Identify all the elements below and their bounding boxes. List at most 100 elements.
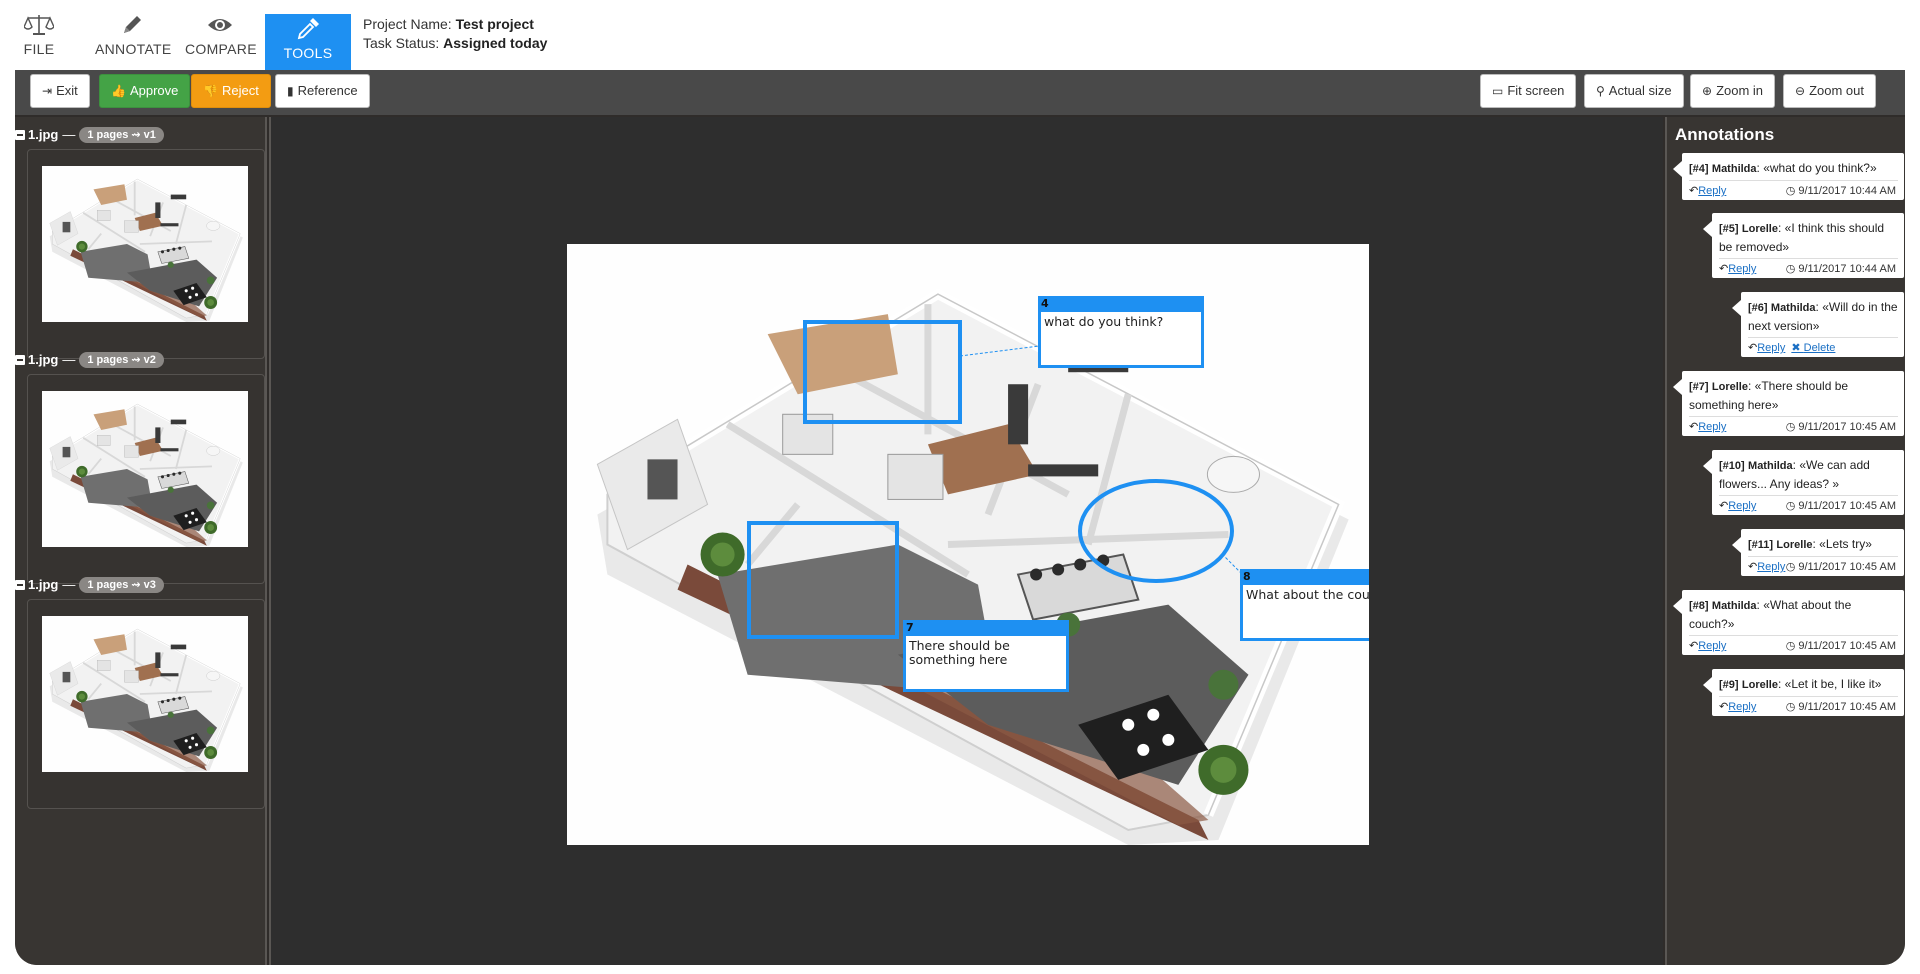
comment-text: [#7] Lorelle: «There should be something…: [1689, 379, 1849, 412]
comment-card: [#9] Lorelle: «Let it be, I like it» ↶Re…: [1703, 669, 1904, 716]
comment-author: Lorelle: [1741, 223, 1778, 235]
reference-button[interactable]: ▮ Reference: [275, 74, 370, 108]
comment-id: [#11]: [1748, 539, 1774, 551]
annotation-note-number: 8: [1240, 569, 1369, 585]
comment-id: [#8]: [1689, 600, 1709, 612]
comment-id: [#10]: [1719, 460, 1745, 472]
fit-screen-button[interactable]: ▭ Fit screen: [1480, 74, 1577, 108]
task-status: Assigned today: [443, 35, 548, 51]
reply-link[interactable]: Reply: [1757, 342, 1785, 354]
annotation-connector-8: [1221, 553, 1243, 575]
comment-id: [#9]: [1719, 679, 1739, 691]
reply-icon: ↶: [1719, 500, 1729, 512]
fit-screen-button-label: Fit screen: [1507, 83, 1565, 98]
reply-link[interactable]: Reply: [1728, 701, 1756, 713]
comment-meta: ↶Reply ✖ Delete: [1748, 337, 1898, 357]
zoom-in-button[interactable]: ⊕ Zoom in: [1690, 74, 1776, 108]
comment-meta: ↶Reply ◷ 9/11/2017 10:45 AM: [1719, 696, 1898, 716]
eyedropper-icon: [297, 18, 319, 40]
version-thumbnail[interactable]: [27, 149, 265, 359]
version-header: 1.jpg —1 pages ⇝ v3: [15, 575, 164, 595]
approve-button-label: Approve: [129, 83, 179, 98]
comment-card: [#7] Lorelle: «There should be something…: [1673, 371, 1904, 436]
reject-button[interactable]: 👎 Reject: [191, 74, 271, 108]
annotations-title: Annotations: [1675, 125, 1775, 144]
comment-text: [#8] Mathilda: «What about the couch?»: [1689, 598, 1852, 631]
thumbs-down-icon: 👎: [203, 84, 218, 98]
approve-button[interactable]: 👍 Approve: [99, 74, 191, 108]
monitor-icon: ▭: [1492, 84, 1504, 98]
reply-icon: ↶: [1689, 421, 1699, 433]
version-thumbnail[interactable]: [27, 599, 265, 809]
thumbnail-image: [42, 616, 248, 772]
floorplan-image[interactable]: 4 what do you think? 7 There should be s…: [567, 244, 1369, 845]
comment-meta: ↶Reply ◷ 9/11/2017 10:44 AM: [1689, 180, 1898, 200]
menu-compare[interactable]: COMPARE: [185, 13, 257, 70]
comment-meta: ↶Reply ◷ 9/11/2017 10:45 AM: [1719, 495, 1898, 515]
project-name-label: Project Name:: [363, 16, 452, 32]
reply-link[interactable]: Reply: [1728, 263, 1756, 275]
reply-link[interactable]: Reply: [1698, 640, 1726, 652]
app-window: FILE ANNOTATE COMPARE TOOLS Project Name…: [15, 0, 1905, 965]
pencil-icon: [124, 16, 141, 33]
thumbnail-image: [42, 391, 248, 547]
comment-body: «Let it be, I like it»: [1784, 677, 1882, 691]
zoom-out-button[interactable]: ⊖ Zoom out: [1783, 74, 1876, 108]
book-icon: ▮: [287, 84, 294, 98]
version-thumbnail[interactable]: [27, 374, 265, 584]
task-status-label: Task Status:: [363, 35, 440, 51]
annotation-note-text: What about the couch?: [1246, 587, 1369, 602]
menu-annotate-label: ANNOTATE: [95, 41, 172, 57]
image-canvas[interactable]: 4 what do you think? 7 There should be s…: [269, 117, 1663, 965]
exit-button-label: Exit: [56, 83, 78, 98]
actual-size-button[interactable]: ⚲ Actual size: [1584, 74, 1684, 108]
comment-time: 9/11/2017 10:45 AM: [1798, 701, 1896, 713]
version-separator: —: [62, 352, 76, 367]
reply-link[interactable]: Reply: [1698, 185, 1726, 197]
comment-timestamp: ◷ 9/11/2017 10:44 AM: [1785, 263, 1896, 275]
exit-button[interactable]: ⇥ Exit: [30, 74, 90, 108]
zoom-in-icon: ⊕: [1702, 84, 1713, 98]
annotation-note-number: 7: [903, 620, 1069, 636]
zoom-in-button-label: Zoom in: [1716, 83, 1764, 98]
version-badge: 1 pages ⇝ v1: [79, 127, 164, 143]
comment-author: Mathilda: [1711, 600, 1757, 612]
annotation-rect-7[interactable]: [747, 521, 899, 639]
comment-time: 9/11/2017 10:45 AM: [1798, 421, 1896, 433]
comment-meta: ↶Reply ◷ 9/11/2017 10:45 AM: [1689, 416, 1898, 436]
menu-file[interactable]: FILE: [15, 13, 63, 70]
reply-icon: ↶: [1748, 342, 1758, 354]
collapse-icon[interactable]: [15, 355, 25, 365]
thumbnail-image: [42, 166, 248, 322]
reply-icon: ↶: [1689, 640, 1699, 652]
collapse-icon[interactable]: [15, 130, 25, 140]
comment-author: Lorelle: [1711, 381, 1748, 393]
comment-text: [#10] Mathilda: «We can add flowers... A…: [1719, 458, 1870, 491]
collapse-icon[interactable]: [15, 580, 25, 590]
version-header: 1.jpg —1 pages ⇝ v1: [15, 125, 164, 145]
top-header: FILE ANNOTATE COMPARE TOOLS Project Name…: [15, 0, 1905, 71]
annotation-connector-4: [959, 345, 1040, 357]
reply-link[interactable]: Reply: [1757, 561, 1785, 573]
comment-text: [#4] Mathilda: «what do you think?»: [1689, 161, 1877, 175]
comment-timestamp: ◷ 9/11/2017 10:45 AM: [1785, 640, 1896, 652]
delete-link[interactable]: ✖ Delete: [1791, 342, 1835, 354]
version-file-name: 1.jpg: [28, 577, 59, 592]
annotation-note-8[interactable]: 8 What about the couch?: [1240, 569, 1369, 641]
reply-icon: ↶: [1689, 185, 1699, 197]
reply-link[interactable]: Reply: [1698, 421, 1726, 433]
annotation-note-number: 4: [1038, 296, 1204, 312]
annotation-note-4[interactable]: 4 what do you think?: [1038, 296, 1204, 368]
eye-icon: [208, 19, 232, 31]
menu-tools[interactable]: TOOLS: [265, 14, 351, 71]
balance-scale-icon: [24, 15, 54, 35]
comment-time: 9/11/2017 10:45 AM: [1798, 561, 1896, 573]
annotation-note-7[interactable]: 7 There should be something here: [903, 620, 1069, 692]
comment-id: [#6]: [1748, 302, 1768, 314]
annotation-ellipse-8[interactable]: [1078, 479, 1234, 583]
comment-timestamp: ◷ 9/11/2017 10:44 AM: [1785, 185, 1896, 197]
menu-annotate[interactable]: ANNOTATE: [95, 13, 172, 70]
version-badge: 1 pages ⇝ v3: [79, 577, 164, 593]
annotation-rect-4[interactable]: [803, 320, 962, 424]
reply-link[interactable]: Reply: [1728, 500, 1756, 512]
